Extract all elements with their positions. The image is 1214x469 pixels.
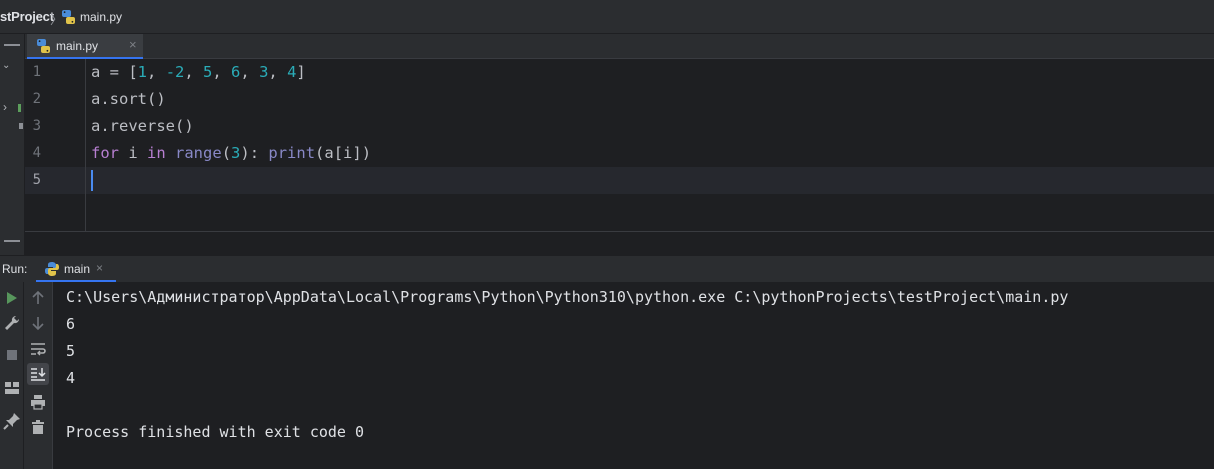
line-number-gutter: 1 2 3 4 5 [25,59,85,231]
toolbar-divider [4,44,20,46]
code-builtin: print [268,144,316,162]
line-number: 1 [32,64,41,80]
run-toolbar-secondary [24,282,53,469]
code-token: ] [296,63,306,81]
breadcrumb: stProject 〉 main.py [0,0,1214,34]
run-tab-main[interactable]: main × [36,256,116,282]
arrow-down-icon[interactable] [28,313,48,333]
console-line: 6 [66,315,76,333]
folder-marker [18,104,21,112]
code-token: (a[i]) [315,144,372,162]
chevron-down-icon[interactable]: ⌄ [2,60,10,71]
code-token: , [240,63,260,81]
code-token: ( [221,144,232,162]
editor-tab-bar: main.py × [25,34,1214,59]
pin-icon[interactable] [2,411,22,431]
tab-main-py[interactable]: main.py × [27,34,143,59]
code-token: , [184,63,204,81]
code-builtin: range [175,144,222,162]
project-tool-strip: ⌄ › [0,34,25,255]
code-number: 3 [259,63,269,81]
chevron-right-icon[interactable]: › [3,100,7,114]
console-line: C:\Users\Администратор\AppData\Local\Pro… [66,288,1069,306]
code-editor[interactable]: 1 2 3 4 5 a = [1, -2, 5, 6, 3, 4] a.sort… [25,59,1214,231]
close-icon[interactable]: × [96,261,103,275]
run-console-output[interactable]: C:\Users\Администратор\AppData\Local\Pro… [53,282,1214,469]
gutter-divider [85,59,86,231]
code-token: , [147,63,166,81]
console-line: Process finished with exit code 0 [66,423,365,441]
wrench-icon[interactable] [2,313,22,333]
code-line-4: for i in range(3): print(a[i]) [91,144,371,162]
run-tool-window-header: Run: main × [0,255,1214,282]
code-token: a = [ [91,63,138,81]
code-token: i [119,144,147,162]
current-line-highlight [25,167,1214,194]
code-number: 3 [231,144,241,162]
code-number: 6 [231,63,241,81]
code-number: -2 [165,63,185,81]
text-caret [91,170,93,191]
folder-marker-sub [19,123,23,129]
scroll-to-end-icon [31,368,46,381]
soft-wrap-icon[interactable] [28,339,48,359]
arrow-up-icon[interactable] [28,288,48,308]
run-label: Run: [2,262,28,276]
stop-icon[interactable] [2,345,22,365]
line-number: 4 [32,145,41,161]
tab-label: main.py [56,39,99,53]
breadcrumb-file[interactable]: main.py [80,10,122,24]
code-keyword: in [147,144,166,162]
console-line: 4 [66,369,76,387]
code-line-3: a.reverse() [91,117,194,135]
print-icon[interactable] [28,392,48,412]
code-token: ): [240,144,269,162]
code-line-2: a.sort() [91,90,166,108]
code-number: 1 [137,63,148,81]
run-tab-label: main [64,262,91,276]
code-token: , [212,63,232,81]
python-file-icon [62,10,75,24]
editor-bottom-area [25,231,1214,255]
line-number: 3 [32,118,41,134]
line-number: 2 [32,91,41,107]
line-number: 5 [32,172,41,188]
python-file-icon [45,262,59,276]
breadcrumb-project[interactable]: stProject [0,9,54,24]
scroll-to-end-button[interactable] [27,363,49,385]
code-token: , [268,63,288,81]
close-icon[interactable]: × [129,37,137,52]
code-keyword: for [91,144,119,162]
python-file-icon [37,39,50,53]
run-icon[interactable] [2,288,22,308]
layout-icon[interactable] [2,378,22,398]
toolbar-divider-bottom [4,240,20,242]
trash-icon[interactable] [28,417,48,437]
run-toolbar-primary [0,282,24,469]
console-line: 5 [66,342,76,360]
code-line-1: a = [1, -2, 5, 6, 3, 4] [91,63,306,81]
code-number: 5 [203,63,213,81]
